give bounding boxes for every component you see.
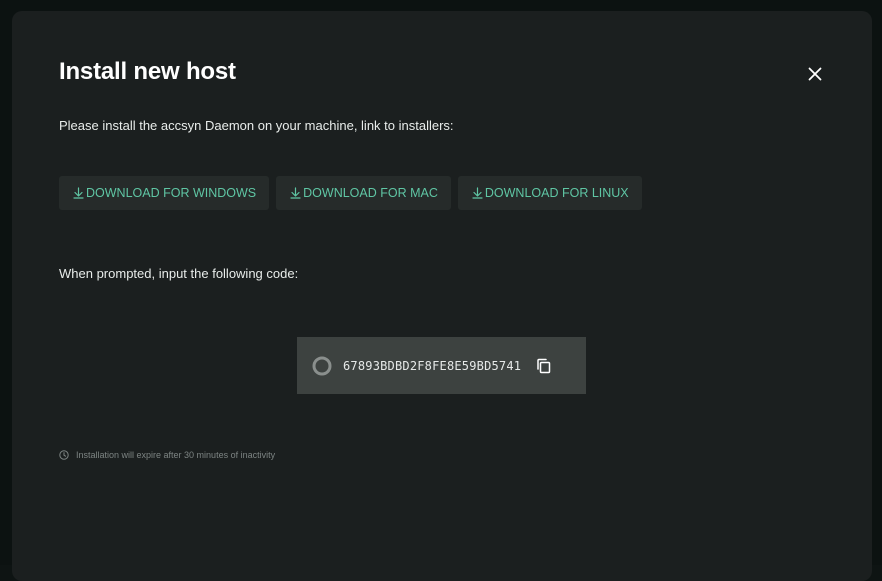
download-linux-label: DOWNLOAD FOR LINUX	[484, 186, 629, 200]
copy-icon	[537, 358, 551, 373]
download-mac-button[interactable]: DOWNLOAD FOR MAC	[276, 176, 451, 210]
download-windows-button[interactable]: DOWNLOAD FOR WINDOWS	[59, 176, 270, 210]
close-icon	[808, 67, 822, 81]
download-icon	[290, 187, 301, 199]
copy-code-button[interactable]	[535, 358, 551, 374]
install-host-dialog: Install new host Please install the accs…	[12, 11, 872, 581]
install-code-box: 67893BDBD2F8FE8E59BD5741	[297, 337, 586, 394]
download-mac-label: DOWNLOAD FOR MAC	[303, 186, 438, 200]
expiry-notice-text: Installation will expire after 30 minute…	[76, 450, 276, 460]
install-instructions: Please install the accsyn Daemon on your…	[59, 118, 454, 133]
clock-icon	[59, 450, 69, 460]
download-icon	[472, 187, 483, 199]
close-button[interactable]	[804, 63, 826, 85]
install-code[interactable]: 67893BDBD2F8FE8E59BD5741	[343, 359, 521, 373]
download-windows-label: DOWNLOAD FOR WINDOWS	[86, 186, 257, 200]
loading-spinner-icon	[312, 356, 332, 375]
code-prompt: When prompted, input the following code:	[59, 266, 299, 281]
download-linux-button[interactable]: DOWNLOAD FOR LINUX	[457, 176, 642, 210]
download-buttons: DOWNLOAD FOR WINDOWS DOWNLOAD FOR MAC DO…	[59, 176, 642, 210]
dialog-title: Install new host	[59, 58, 236, 85]
download-icon	[73, 187, 84, 199]
expiry-notice: Installation will expire after 30 minute…	[59, 450, 275, 460]
